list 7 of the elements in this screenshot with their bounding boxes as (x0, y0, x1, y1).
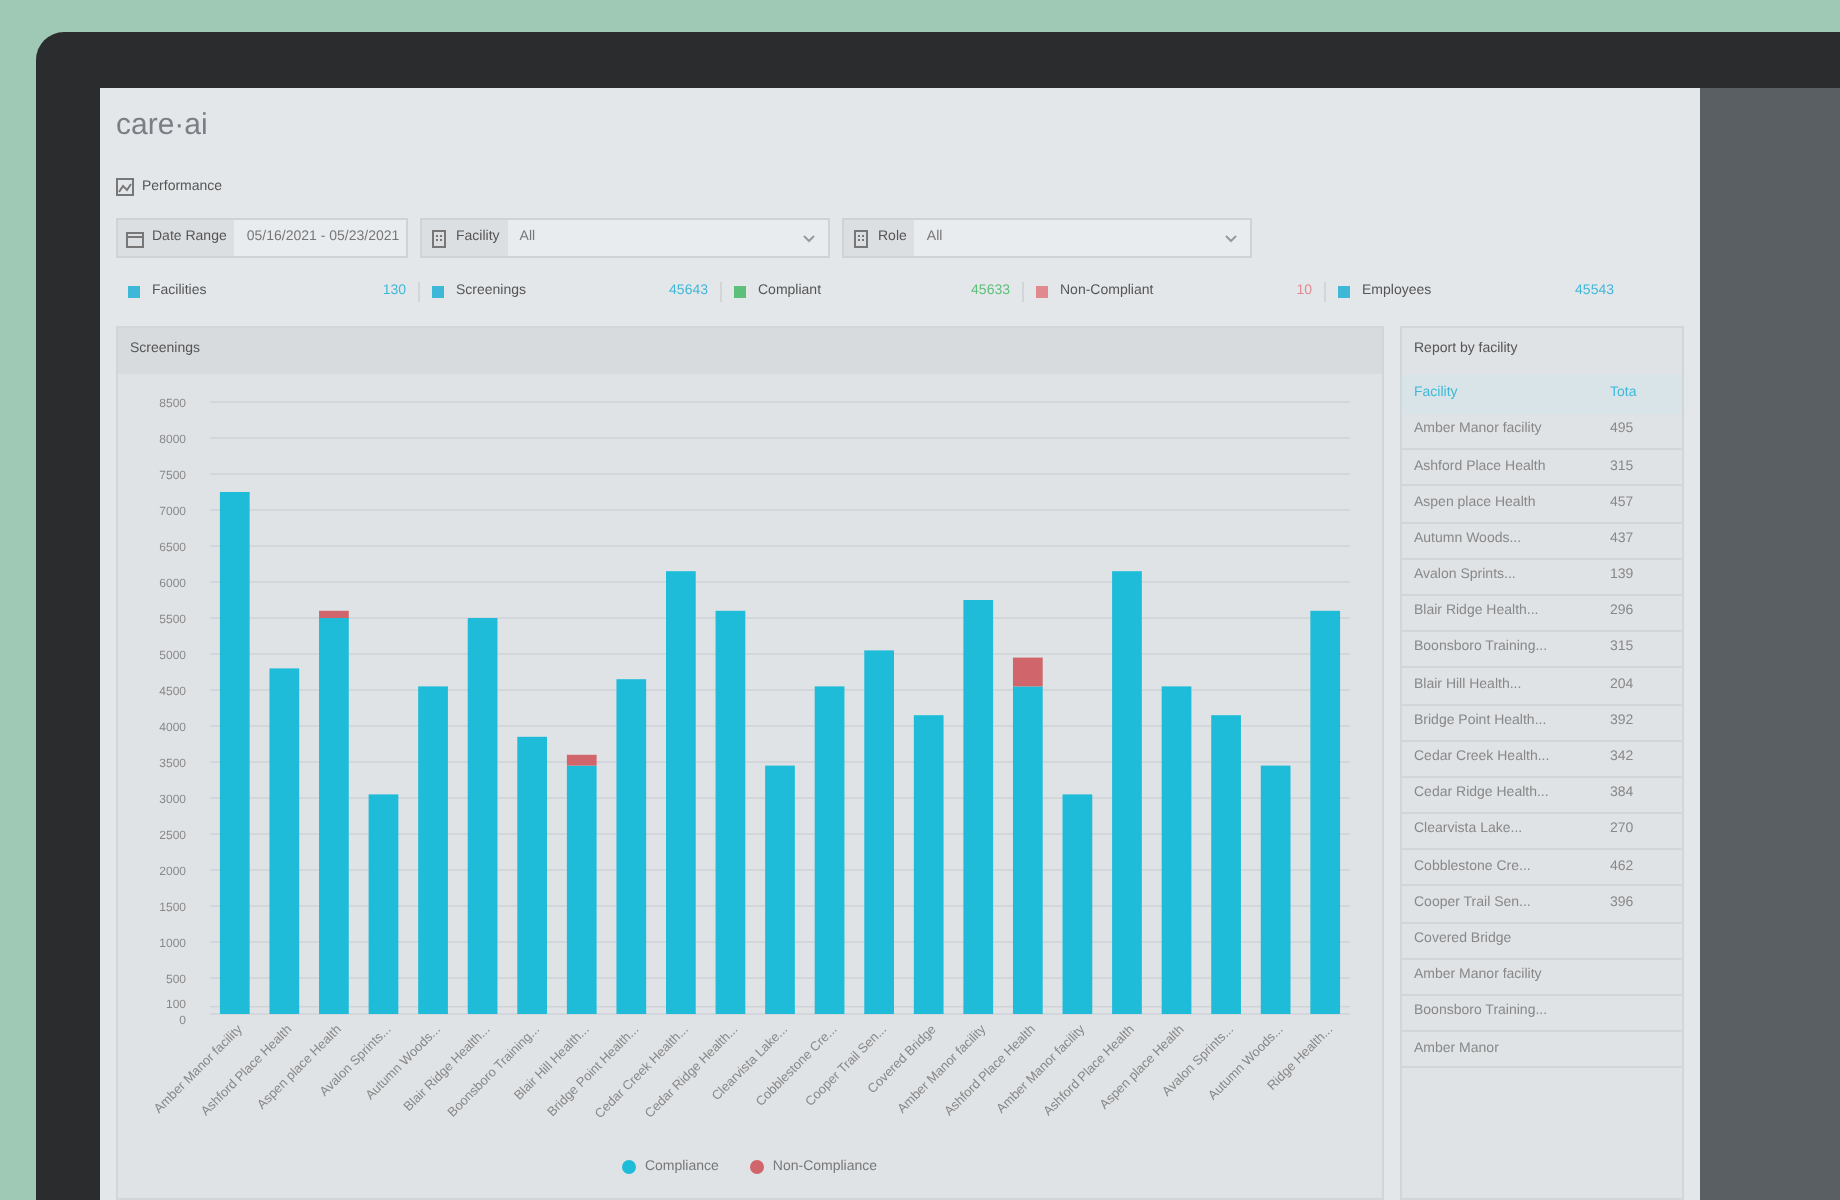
building-icon (852, 229, 870, 247)
calendar-icon (126, 229, 144, 247)
building-icon (430, 229, 448, 247)
chevron-down-icon (802, 233, 816, 243)
chart-icon (116, 178, 134, 197)
logo: care·ai (116, 106, 208, 146)
chevron-down-icon (1224, 233, 1238, 243)
